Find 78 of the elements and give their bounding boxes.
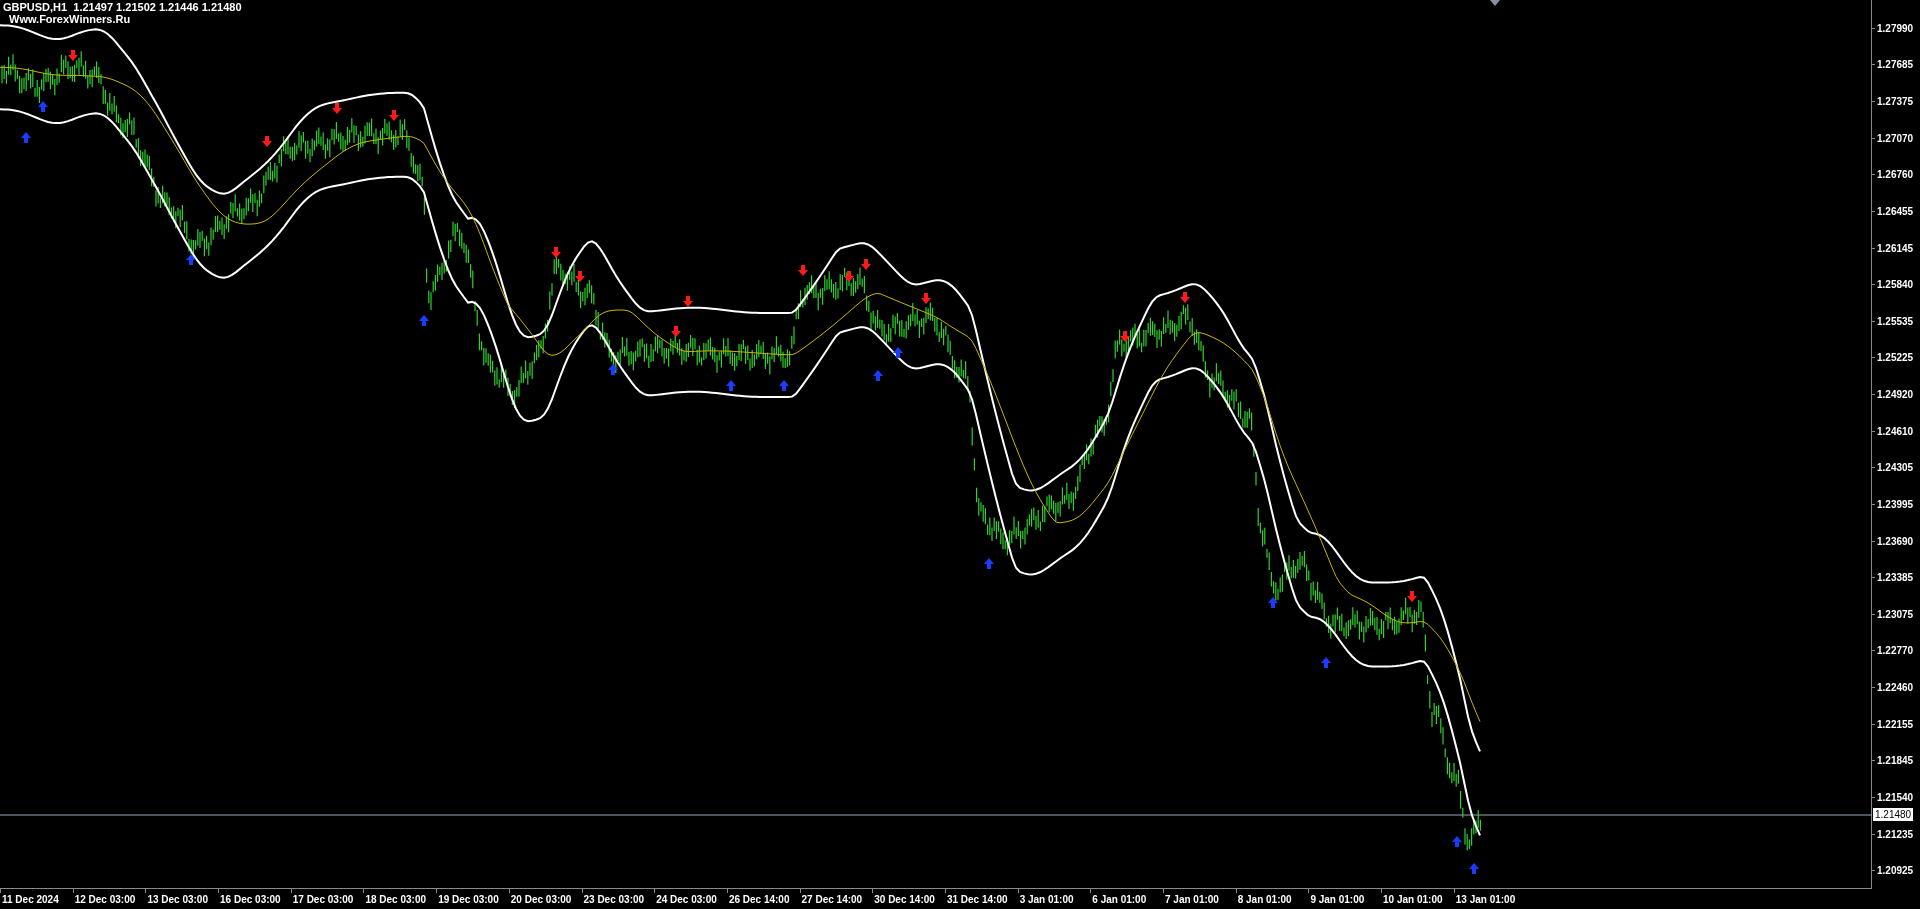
- up-arrow-icon: [1469, 863, 1479, 874]
- price-axis-label: 1.22770: [1876, 644, 1914, 659]
- price-axis-label: 1.21540: [1876, 790, 1914, 805]
- up-arrow-icon: [1452, 836, 1462, 847]
- time-axis-label: 27 Dec 14:00: [800, 893, 863, 907]
- down-arrow-icon: [844, 271, 854, 282]
- price-axis-label: 1.26455: [1876, 204, 1914, 219]
- time-axis-label: 3 Jan 01:00: [1018, 893, 1074, 907]
- time-axis-label: 10 Jan 01:00: [1382, 893, 1443, 907]
- price-axis-label: 1.23690: [1876, 534, 1914, 549]
- price-axis-label: 1.24305: [1876, 461, 1914, 476]
- up-arrow-icon: [873, 370, 883, 381]
- price-axis-label: 1.24610: [1876, 424, 1914, 439]
- time-axis-label: 8 Jan 01:00: [1236, 893, 1292, 907]
- down-arrow-icon: [921, 293, 931, 304]
- time-axis-label: 24 Dec 03:00: [655, 893, 717, 907]
- up-arrow-icon: [608, 364, 618, 375]
- price-axis-label: 1.20925: [1876, 864, 1914, 879]
- up-arrow-icon: [186, 254, 196, 265]
- price-axis-label: 1.27990: [1876, 21, 1914, 36]
- price-axis-label: 1.21235: [1876, 827, 1914, 842]
- up-arrow-icon: [38, 101, 48, 112]
- up-arrow-icon: [21, 132, 31, 143]
- time-axis-label: 20 Dec 03:00: [509, 893, 572, 907]
- down-arrow-icon: [575, 271, 585, 282]
- down-arrow-icon: [262, 136, 272, 147]
- down-arrow-icon: [551, 247, 561, 258]
- time-axis-label: 7 Jan 01:00: [1164, 893, 1219, 907]
- price-axis-label: 1.25535: [1876, 314, 1914, 329]
- down-arrow-icon: [1180, 292, 1190, 303]
- price-axis-label: 1.27070: [1876, 131, 1914, 146]
- time-axis-label: 6 Jan 01:00: [1091, 893, 1147, 907]
- chart-shift-marker-icon: [1490, 0, 1500, 6]
- up-arrow-icon: [1268, 597, 1278, 608]
- down-arrow-icon: [683, 296, 693, 307]
- up-arrow-icon: [1321, 657, 1331, 668]
- time-axis-label: 11 Dec 2024: [1, 893, 59, 907]
- price-axis-label: 1.27685: [1876, 58, 1914, 73]
- time-axis-label: 12 Dec 03:00: [73, 893, 136, 907]
- price-axis-label: 1.25225: [1876, 351, 1914, 366]
- time-axis-label: 9 Jan 01:00: [1309, 893, 1365, 907]
- time-axis-label: 26 Dec 14:00: [727, 893, 790, 907]
- price-axis-label: 1.22155: [1876, 717, 1914, 732]
- price-axis-label: 1.23075: [1876, 607, 1914, 622]
- time-axis-label: 16 Dec 03:00: [219, 893, 281, 907]
- time-axis-label: 31 Dec 14:00: [945, 893, 1008, 907]
- up-arrow-icon: [984, 558, 994, 569]
- price-axis-label: 1.24920: [1876, 388, 1914, 403]
- down-arrow-icon: [389, 110, 399, 121]
- up-arrow-icon: [419, 315, 429, 326]
- up-arrow-icon: [726, 380, 736, 391]
- symbol-quote-text: GBPUSD,H1 1.21497 1.21502 1.21446 1.21480: [3, 1, 242, 13]
- price-axis-label: 1.21845: [1876, 754, 1914, 769]
- down-arrow-icon: [798, 265, 808, 276]
- current-price-label: 1.21480: [1873, 808, 1914, 821]
- time-axis-label: 13 Dec 03:00: [146, 893, 208, 907]
- down-arrow-icon: [1120, 331, 1130, 342]
- down-arrow-icon: [671, 326, 681, 337]
- price-axis-label: 1.25840: [1876, 278, 1914, 293]
- price-axis-label: 1.27375: [1876, 95, 1914, 110]
- time-axis-label: 30 Dec 14:00: [873, 893, 935, 907]
- time-axis-label: 23 Dec 03:00: [582, 893, 645, 907]
- price-axis-label: 1.23995: [1876, 497, 1914, 512]
- price-axis-label: 1.22460: [1876, 681, 1914, 696]
- price-axis-label: 1.26145: [1876, 241, 1914, 256]
- up-arrow-icon: [779, 380, 789, 391]
- chart-label-text: Www.ForexWinners.Ru: [8, 13, 132, 25]
- up-arrow-icon: [893, 347, 903, 358]
- down-arrow-icon: [1407, 591, 1417, 602]
- down-arrow-icon: [861, 259, 871, 270]
- price-axis-label: 1.23385: [1876, 571, 1914, 586]
- time-axis-label: 17 Dec 03:00: [291, 893, 354, 907]
- down-arrow-icon: [332, 103, 342, 114]
- price-axis-label: 1.26760: [1876, 168, 1914, 183]
- time-axis-label: 19 Dec 03:00: [437, 893, 499, 907]
- time-axis-label: 18 Dec 03:00: [364, 893, 427, 907]
- time-axis-label: 13 Jan 01:00: [1454, 893, 1516, 907]
- down-arrow-icon: [68, 50, 78, 61]
